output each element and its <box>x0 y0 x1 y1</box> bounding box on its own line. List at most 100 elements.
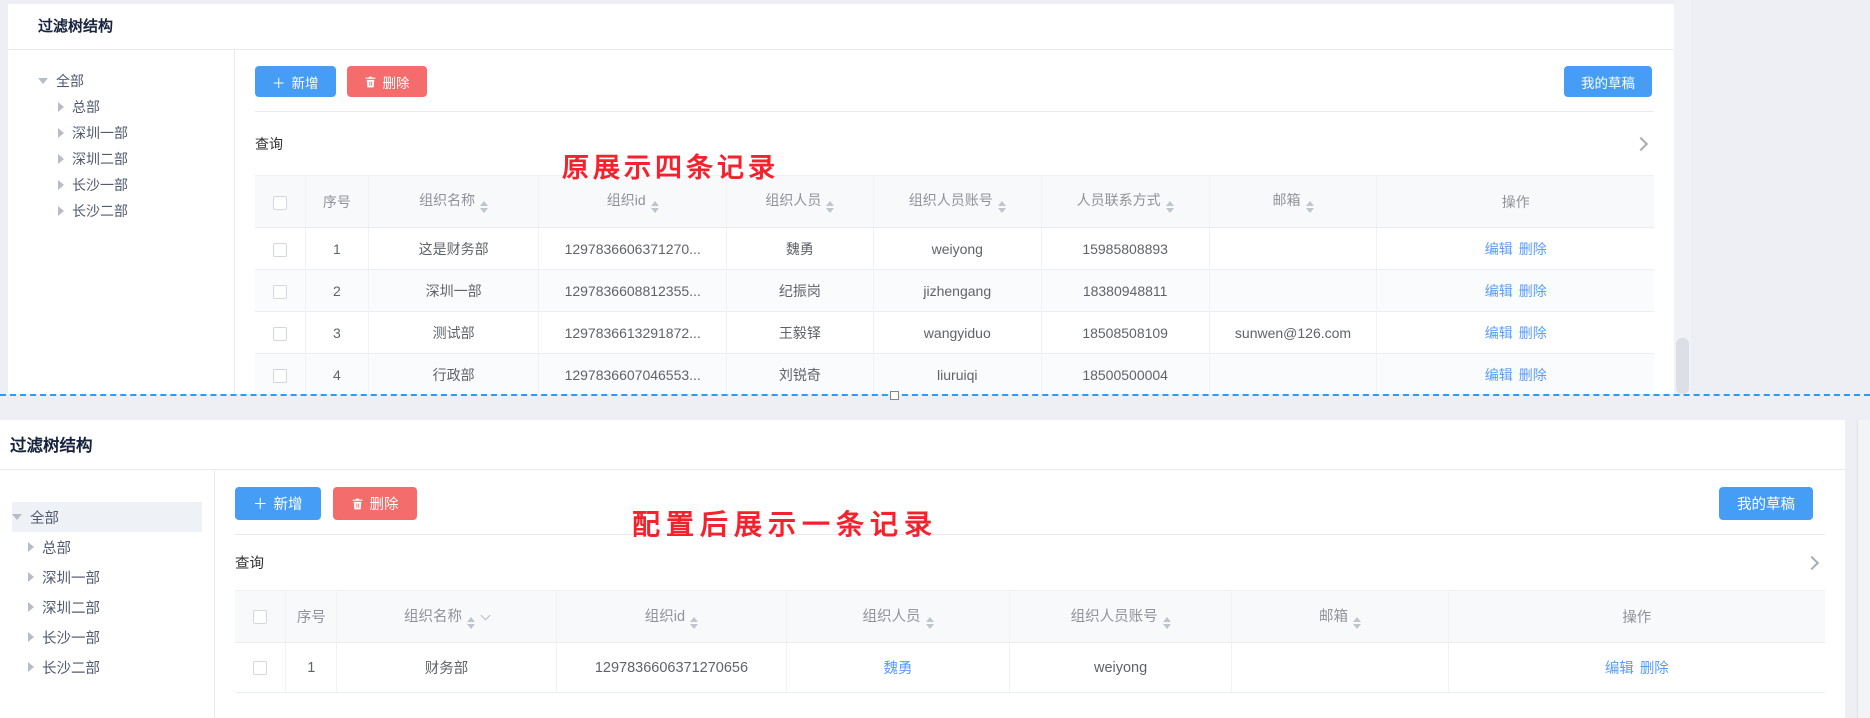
column-header-org-id: 组织id <box>556 591 787 643</box>
sort-icon[interactable] <box>651 201 659 213</box>
row-checkbox[interactable] <box>273 285 287 299</box>
draft-button[interactable]: 我的草稿 <box>1719 487 1813 520</box>
tree-item-cs1[interactable]: 长沙一部 <box>38 172 234 198</box>
edit-link[interactable]: 编辑 <box>1485 325 1513 341</box>
tree-item-all[interactable]: 全部 <box>12 502 202 532</box>
divider-handle[interactable] <box>890 391 899 400</box>
caret-right-icon[interactable] <box>58 154 64 164</box>
caret-down-icon[interactable] <box>12 514 22 520</box>
chevron-right-icon[interactable] <box>1634 136 1648 150</box>
annotation-before: 原展示四条记录 <box>562 146 779 185</box>
cell-email <box>1209 354 1377 395</box>
caret-right-icon[interactable] <box>58 180 64 190</box>
cell-account: jizhengang <box>873 270 1041 312</box>
chevron-right-icon[interactable] <box>1805 555 1819 569</box>
delete-link[interactable]: 删除 <box>1640 661 1669 677</box>
table-row: 4 行政部 1297836607046553... 刘锐奇 liuruiqi 1… <box>255 354 1654 395</box>
scrollbar-thumb[interactable] <box>1676 338 1689 394</box>
column-header-email: 邮箱 <box>1232 591 1448 643</box>
caret-right-icon[interactable] <box>28 602 34 612</box>
select-all-checkbox[interactable] <box>253 610 267 624</box>
edit-link[interactable]: 编辑 <box>1485 283 1513 299</box>
tree-item-all[interactable]: 全部 <box>38 68 234 94</box>
delete-link[interactable]: 删除 <box>1519 241 1547 257</box>
delete-link[interactable]: 删除 <box>1519 325 1547 341</box>
row-checkbox[interactable] <box>273 327 287 341</box>
caret-right-icon[interactable] <box>58 102 64 112</box>
tree-item-sz2[interactable]: 深圳二部 <box>38 146 234 172</box>
tree-item-sz2[interactable]: 深圳二部 <box>12 592 214 622</box>
tree-item-hq[interactable]: 总部 <box>38 94 234 120</box>
org-tree: 全部 总部 深圳一部 深圳二部 长沙一部 长沙二部 <box>0 470 215 718</box>
row-checkbox[interactable] <box>253 661 267 675</box>
column-header-index: 序号 <box>305 176 368 228</box>
cell-phone: 15985808893 <box>1041 228 1209 270</box>
member-link[interactable]: 魏勇 <box>884 661 913 677</box>
edit-link[interactable]: 编辑 <box>1605 661 1634 677</box>
caret-right-icon[interactable] <box>28 572 34 582</box>
edit-link[interactable]: 编辑 <box>1485 367 1513 383</box>
query-label: 查询 <box>235 552 264 573</box>
column-header-index: 序号 <box>286 591 337 643</box>
sort-icon[interactable] <box>467 617 475 629</box>
sort-icon[interactable] <box>1163 617 1171 629</box>
delete-link[interactable]: 删除 <box>1519 283 1547 299</box>
cell-email <box>1209 270 1377 312</box>
caret-right-icon[interactable] <box>28 662 34 672</box>
cell-phone: 18500500004 <box>1041 354 1209 395</box>
page-title: 过滤树结构 <box>8 4 1674 50</box>
select-all-checkbox[interactable] <box>273 196 287 210</box>
tree-item-sz1[interactable]: 深圳一部 <box>38 120 234 146</box>
caret-right-icon[interactable] <box>28 542 34 552</box>
sort-icon[interactable] <box>1166 201 1174 213</box>
sort-icon[interactable] <box>1353 617 1361 629</box>
screen: 过滤树结构 全部 总部 深圳一部 深圳二部 长沙一部 长沙二部 ＋新增 删除 我… <box>0 0 1870 718</box>
tree-item-cs2[interactable]: 长沙二部 <box>12 652 214 682</box>
chevron-down-icon[interactable] <box>481 610 491 620</box>
cell-phone: 18380948811 <box>1041 270 1209 312</box>
caret-right-icon[interactable] <box>58 128 64 138</box>
column-header-phone: 人员联系方式 <box>1041 176 1209 228</box>
sort-icon[interactable] <box>998 201 1006 213</box>
cell-org-name: 深圳一部 <box>368 270 539 312</box>
cell-phone: 18508508109 <box>1041 312 1209 354</box>
sort-icon[interactable] <box>690 617 698 629</box>
select-all-cell <box>255 176 305 228</box>
add-button[interactable]: ＋新增 <box>235 487 321 520</box>
tree-item-sz1[interactable]: 深圳一部 <box>12 562 214 592</box>
row-checkbox[interactable] <box>273 243 287 257</box>
caret-right-icon[interactable] <box>28 632 34 642</box>
scrollbar[interactable] <box>1857 420 1870 718</box>
column-header-actions: 操作 <box>1448 591 1825 643</box>
cell-email <box>1232 643 1448 693</box>
sort-icon[interactable] <box>926 617 934 629</box>
cell-org-name: 行政部 <box>368 354 539 395</box>
table-row: 1 财务部 1297836606371270656 魏勇 weiyong 编辑删… <box>235 643 1825 693</box>
cell-org-id: 1297836613291872... <box>539 312 726 354</box>
delete-button[interactable]: 删除 <box>347 66 427 97</box>
edit-link[interactable]: 编辑 <box>1485 241 1513 257</box>
sort-icon[interactable] <box>480 201 488 213</box>
cell-org-id: 1297836607046553... <box>539 354 726 395</box>
cell-member: 纪振岗 <box>726 270 873 312</box>
column-header-account: 组织人员账号 <box>1009 591 1232 643</box>
tree-item-hq[interactable]: 总部 <box>12 532 214 562</box>
delete-button[interactable]: 删除 <box>333 487 417 520</box>
org-table-after: 序号 组织名称 组织id 组织人员 组织人员账号 邮箱 操作 1 <box>235 590 1825 693</box>
caret-down-icon[interactable] <box>38 78 48 84</box>
delete-link[interactable]: 删除 <box>1519 367 1547 383</box>
sort-icon[interactable] <box>1306 201 1314 213</box>
scrollbar[interactable] <box>1674 0 1691 394</box>
cell-member: 王毅铎 <box>726 312 873 354</box>
row-checkbox[interactable] <box>273 369 287 383</box>
add-button[interactable]: ＋新增 <box>255 66 336 97</box>
annotation-after: 配置后展示一条记录 <box>632 503 938 543</box>
column-header-email: 邮箱 <box>1209 176 1377 228</box>
sort-icon[interactable] <box>826 201 834 213</box>
table-row: 1 这是财务部 1297836606371270... 魏勇 weiyong 1… <box>255 228 1654 270</box>
caret-right-icon[interactable] <box>58 206 64 216</box>
tree-item-cs2[interactable]: 长沙二部 <box>38 198 234 224</box>
panel-after: 过滤树结构 全部 总部 深圳一部 深圳二部 长沙一部 长沙二部 ＋新增 删除 我… <box>0 420 1845 718</box>
draft-button[interactable]: 我的草稿 <box>1564 66 1652 97</box>
tree-item-cs1[interactable]: 长沙一部 <box>12 622 214 652</box>
